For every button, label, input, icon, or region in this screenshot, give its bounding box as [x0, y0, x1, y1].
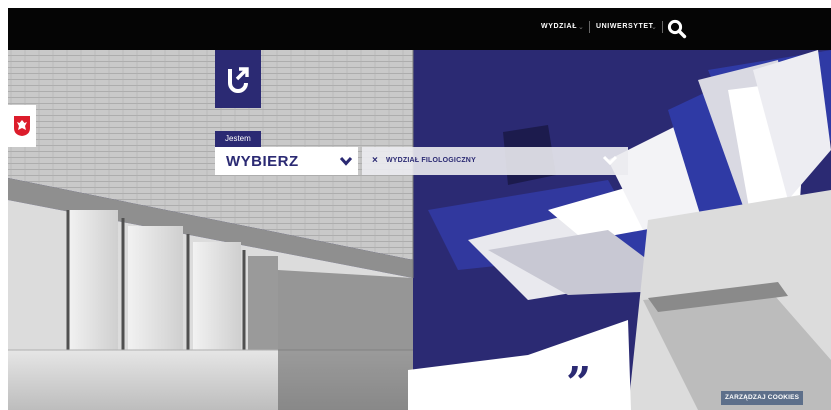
- role-select[interactable]: WYBIERZ: [215, 147, 358, 175]
- polish-emblem-icon: [14, 116, 30, 136]
- manage-cookies-button[interactable]: ZARZĄDZAJ COOKIES: [721, 391, 804, 405]
- close-icon[interactable]: ×: [372, 155, 378, 166]
- faculty-chip-label: WYDZIAŁ FILOLOGICZNY: [386, 157, 476, 164]
- nav-wydzial[interactable]: WYDZIAŁ: [541, 23, 577, 30]
- quote-icon: ”: [566, 358, 592, 409]
- nav-separator: [589, 21, 590, 33]
- site-logo[interactable]: [215, 50, 261, 108]
- faculty-select[interactable]: × WYDZIAŁ FILOLOGICZNY: [362, 147, 628, 175]
- top-navigation-bar: WYDZIAŁ ⌄ UNIWERSYTET ⌄: [8, 8, 831, 50]
- university-logo-icon: [228, 67, 249, 93]
- chevron-down-icon: [339, 156, 353, 166]
- selector-tag: Jestem: [215, 131, 261, 147]
- nav-uniwersytet[interactable]: UNIWERSYTET: [596, 23, 654, 30]
- nav-separator: [662, 21, 663, 33]
- search-icon[interactable]: [667, 19, 687, 39]
- hero-illustration: [8, 50, 831, 410]
- role-select-value: WYBIERZ: [226, 152, 299, 170]
- hero-image: [8, 50, 831, 410]
- chevron-down-icon: [602, 155, 618, 166]
- chevron-down-icon: ⌄: [651, 24, 657, 31]
- language-flag[interactable]: [8, 105, 36, 147]
- chevron-down-icon: ⌄: [578, 24, 584, 31]
